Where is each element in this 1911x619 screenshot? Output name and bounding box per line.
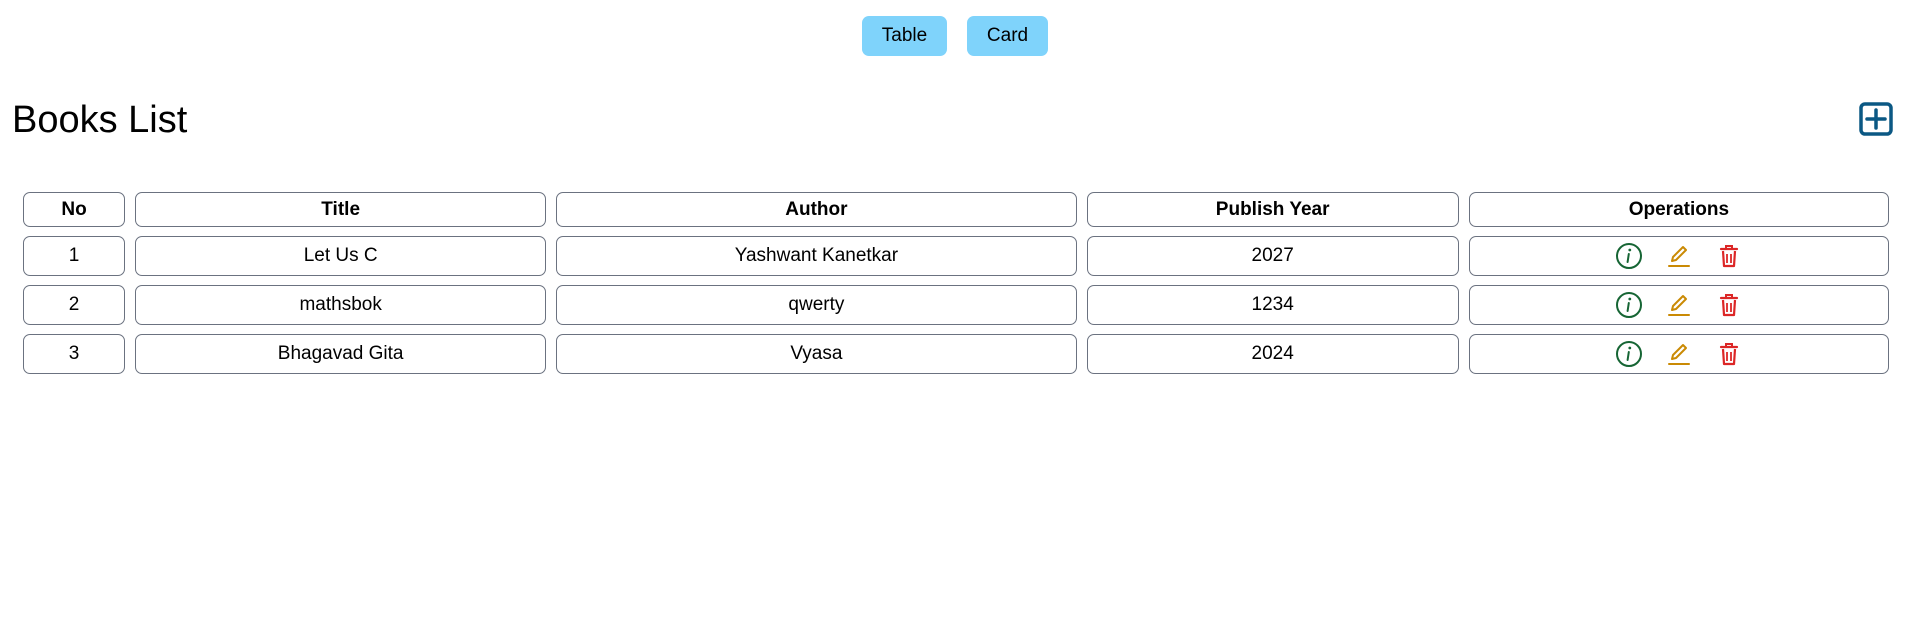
operations-group: [1470, 240, 1888, 272]
card-view-button[interactable]: Card: [967, 16, 1048, 56]
cell-title: mathsbok: [135, 285, 547, 325]
info-icon[interactable]: [1613, 338, 1645, 370]
cell-operations: [1468, 334, 1889, 374]
delete-icon[interactable]: [1713, 240, 1745, 272]
operations-group: [1470, 338, 1888, 370]
page-title: Books List: [12, 99, 188, 141]
cell-author: qwerty: [556, 285, 1077, 325]
header-no: No: [23, 192, 126, 227]
edit-icon[interactable]: [1663, 338, 1695, 370]
header-title: Title: [135, 192, 547, 227]
header-author: Author: [556, 192, 1077, 227]
cell-no: 1: [23, 236, 126, 276]
books-table: No Title Author Publish Year Operations …: [13, 183, 1899, 383]
header-operations: Operations: [1468, 192, 1889, 227]
header-publish-year: Publish Year: [1086, 192, 1459, 227]
cell-no: 3: [23, 334, 126, 374]
cell-operations: [1468, 236, 1889, 276]
table-view-button[interactable]: Table: [862, 16, 947, 56]
plus-square-icon: [1859, 102, 1893, 136]
view-toggle: Table Card: [0, 16, 1911, 56]
table-row: 2 mathsbok qwerty 1234: [23, 285, 1889, 325]
cell-publish-year: 2024: [1086, 334, 1459, 374]
edit-icon[interactable]: [1663, 240, 1695, 272]
delete-icon[interactable]: [1713, 289, 1745, 321]
table-row: 1 Let Us C Yashwant Kanetkar 2027: [23, 236, 1889, 276]
edit-icon[interactable]: [1663, 289, 1695, 321]
cell-title: Bhagavad Gita: [135, 334, 547, 374]
cell-author: Vyasa: [556, 334, 1077, 374]
cell-author: Yashwant Kanetkar: [556, 236, 1077, 276]
cell-publish-year: 1234: [1086, 285, 1459, 325]
table-header-row: No Title Author Publish Year Operations: [23, 192, 1889, 227]
cell-title: Let Us C: [135, 236, 547, 276]
delete-icon[interactable]: [1713, 338, 1745, 370]
cell-no: 2: [23, 285, 126, 325]
add-book-button[interactable]: [1858, 101, 1894, 137]
cell-operations: [1468, 285, 1889, 325]
info-icon[interactable]: [1613, 289, 1645, 321]
info-icon[interactable]: [1613, 240, 1645, 272]
table-row: 3 Bhagavad Gita Vyasa 2024: [23, 334, 1889, 374]
operations-group: [1470, 289, 1888, 321]
cell-publish-year: 2027: [1086, 236, 1459, 276]
